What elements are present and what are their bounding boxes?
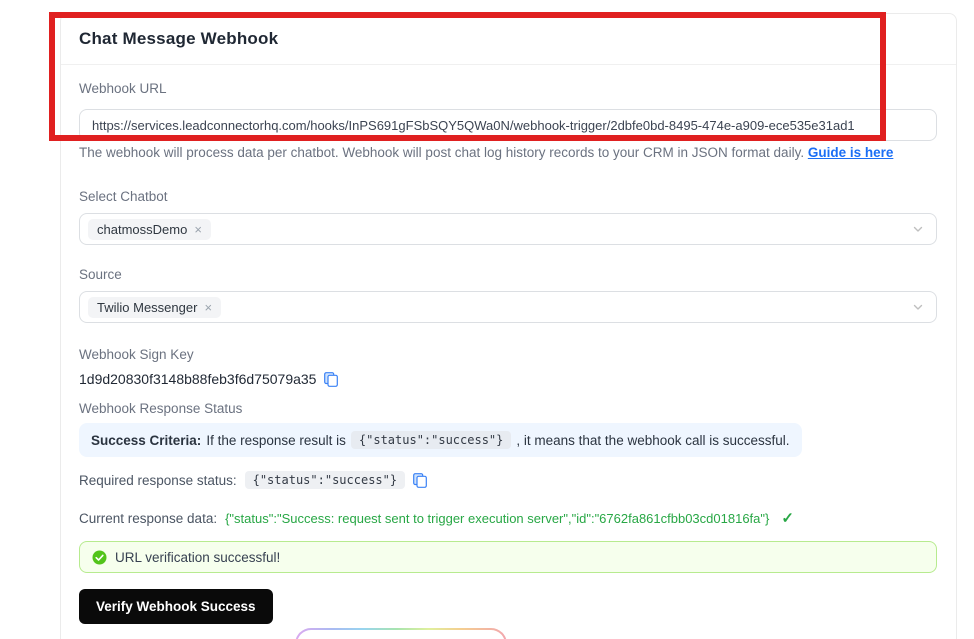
source-tag-label: Twilio Messenger — [97, 299, 198, 315]
guide-link[interactable]: Guide is here — [808, 145, 894, 160]
required-response-row: Required response status: {"status":"suc… — [79, 471, 937, 489]
remove-tag-icon[interactable]: × — [204, 301, 212, 314]
response-status-label: Webhook Response Status — [79, 401, 243, 416]
success-criteria-pre: If the response result is — [206, 432, 346, 448]
current-response-row: Current response data: {"status":"Succes… — [79, 509, 937, 527]
verification-success-alert: URL verification successful! — [79, 541, 937, 573]
source-label: Source — [79, 267, 122, 282]
sign-key-row: 1d9d20830f3148b88feb3f6d75079a35 — [79, 371, 937, 387]
webhook-url-label: Webhook URL — [79, 81, 167, 96]
chatbot-tag: chatmossDemo × — [88, 218, 211, 240]
helper-text: The webhook will process data per chatbo… — [79, 145, 937, 161]
required-response-label: Required response status: — [79, 472, 237, 488]
source-tag: Twilio Messenger × — [88, 296, 222, 318]
current-response-label: Current response data: — [79, 510, 218, 526]
success-criteria-post: , it means that the webhook call is succ… — [516, 432, 790, 448]
chatbot-select[interactable]: chatmossDemo × — [79, 213, 937, 245]
required-response-code: {"status":"success"} — [244, 471, 406, 489]
success-criteria-code: {"status":"success"} — [350, 431, 512, 449]
select-chatbot-label: Select Chatbot — [79, 189, 168, 204]
chevron-down-icon — [912, 301, 924, 313]
check-icon: ✓ — [781, 510, 794, 527]
chevron-down-icon — [912, 223, 924, 235]
copy-icon[interactable] — [324, 371, 339, 387]
page-title: Chat Message Webhook — [79, 29, 279, 48]
current-response-json: {"status":"Success: request sent to trig… — [225, 510, 770, 526]
verify-webhook-button[interactable]: Verify Webhook Success — [79, 589, 273, 624]
sign-key-label: Webhook Sign Key — [79, 347, 194, 362]
source-select[interactable]: Twilio Messenger × — [79, 291, 937, 323]
webhook-settings-card: Chat Message Webhook Webhook URL The web… — [60, 13, 957, 639]
success-criteria-box: Success Criteria: If the response result… — [79, 423, 802, 457]
rainbow-panel-body — [297, 630, 505, 639]
chatbot-tag-label: chatmossDemo — [97, 221, 188, 237]
webhook-url-input[interactable] — [79, 109, 937, 141]
rainbow-border-panel — [295, 628, 507, 639]
success-circle-check-icon — [92, 550, 107, 565]
copy-icon[interactable] — [413, 472, 427, 488]
remove-tag-icon[interactable]: × — [194, 223, 202, 236]
alert-text: URL verification successful! — [115, 549, 281, 565]
sign-key-value: 1d9d20830f3148b88feb3f6d75079a35 — [79, 371, 317, 387]
success-criteria-title: Success Criteria: — [91, 432, 202, 448]
card-body: Webhook URL The webhook will process dat… — [61, 81, 956, 624]
card-header: Chat Message Webhook — [61, 14, 956, 65]
helper-text-body: The webhook will process data per chatbo… — [79, 145, 808, 160]
